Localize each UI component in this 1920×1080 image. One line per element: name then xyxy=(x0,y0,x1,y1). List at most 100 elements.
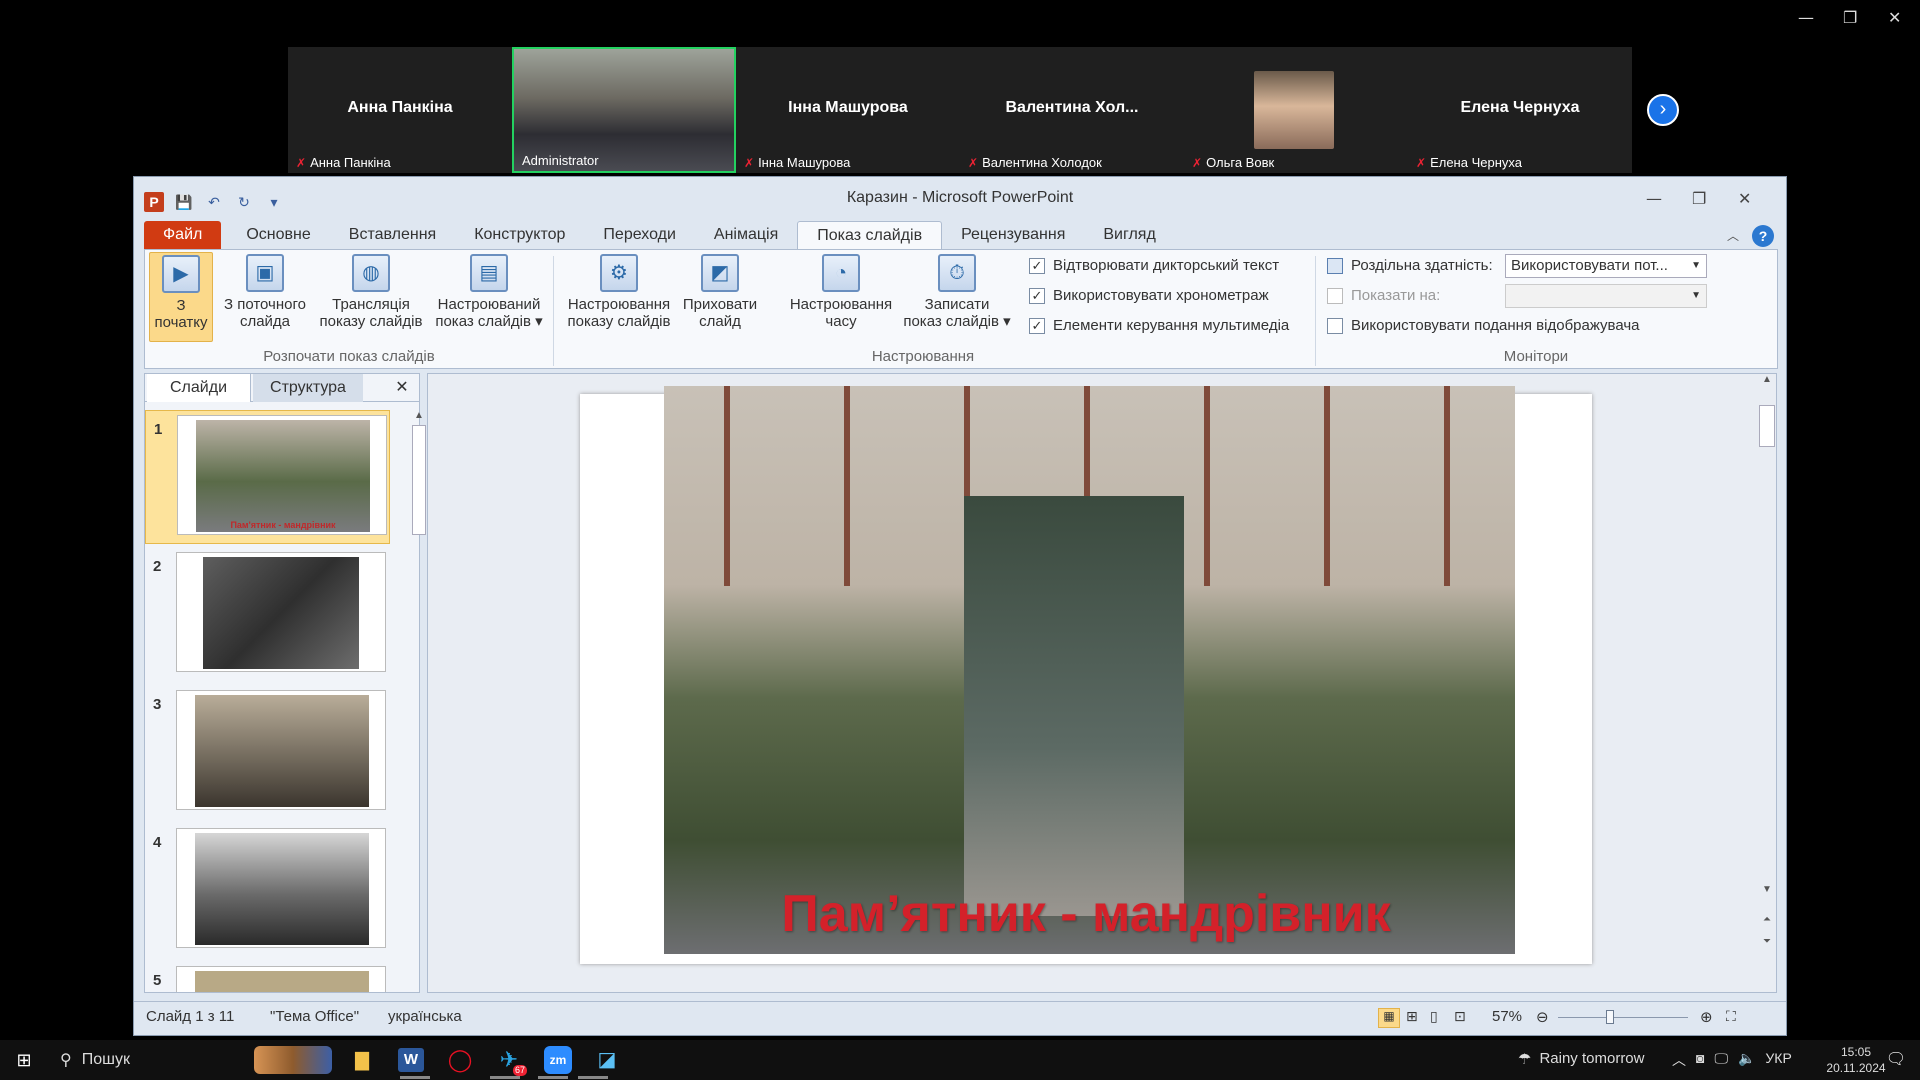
notifications-icon[interactable]: 🗨 xyxy=(1878,1044,1914,1076)
tab-transitions[interactable]: Переходи xyxy=(584,221,694,249)
slide-thumbnail[interactable]: 2 xyxy=(145,548,390,682)
show-on-label: Показати на: xyxy=(1327,287,1440,304)
monument-photo xyxy=(664,386,1515,954)
stopwatch-icon: ⏱ xyxy=(938,254,976,292)
theme-name: "Тема Office" xyxy=(270,1008,360,1025)
language-indicator[interactable]: УКР xyxy=(1765,1050,1791,1070)
help-icon[interactable]: ? xyxy=(1752,225,1774,247)
slide-thumbnail-image xyxy=(203,557,359,669)
from-beginning-button[interactable]: ▶ З початку xyxy=(149,252,213,342)
camera-icon[interactable]: ◙ xyxy=(1696,1050,1704,1070)
broadcast-slideshow-button[interactable]: ◍ Трансляція показу слайдів xyxy=(315,252,427,342)
show-on-dropdown[interactable]: ▼ xyxy=(1505,284,1707,308)
play-narrations-checkbox[interactable]: ✓ Відтворювати дикторський текст xyxy=(1029,257,1279,274)
next-slide-icon[interactable]: ⏷ xyxy=(1758,936,1776,947)
chevron-down-icon: ▼ xyxy=(1691,290,1701,301)
tab-review[interactable]: Рецензування xyxy=(942,221,1084,249)
file-explorer-icon[interactable]: ▇ xyxy=(344,1044,380,1076)
participant-tile[interactable]: Валентина Хол... ✗ Валентина Холодок xyxy=(960,47,1184,173)
scroll-thumb[interactable] xyxy=(1759,405,1775,447)
zoom-slider[interactable] xyxy=(1558,1010,1688,1024)
tab-slide-show[interactable]: Показ слайдів xyxy=(797,221,943,249)
collapse-ribbon-icon[interactable]: ︿ xyxy=(1727,227,1739,244)
current-slide[interactable]: Пам’ятник - мандрівник xyxy=(580,386,1592,964)
minimize-icon[interactable]: — xyxy=(1798,8,1814,27)
slideshow-view-icon[interactable]: ⊡ xyxy=(1454,1008,1466,1025)
fit-to-window-icon[interactable]: ⛶ xyxy=(1726,1008,1736,1025)
tab-file[interactable]: Файл xyxy=(144,221,222,249)
resolution-dropdown[interactable]: Використовувати пот... ▼ xyxy=(1505,254,1707,278)
checkbox-checked-icon: ✓ xyxy=(1029,287,1045,304)
close-icon[interactable]: ✕ xyxy=(1738,189,1751,208)
rehearse-clock-icon: ◔ xyxy=(822,254,860,292)
zoom-app-icon[interactable]: zm xyxy=(544,1046,572,1074)
reading-view-icon[interactable]: ▯ xyxy=(1430,1008,1438,1025)
media-controls-checkbox[interactable]: ✓ Елементи керування мультимедіа xyxy=(1029,317,1289,334)
rehearse-timings-button[interactable]: ◔ Настроювання часу xyxy=(785,252,897,342)
muted-mic-icon: ✗ xyxy=(1192,156,1203,170)
scroll-thumb[interactable] xyxy=(412,425,426,535)
slide-thumbnail[interactable]: 5 xyxy=(145,962,390,992)
weather-widget[interactable]: ☂ Rainy tomorrow xyxy=(1518,1050,1644,1068)
telegram-badge: 67 xyxy=(512,1065,527,1076)
tab-animations[interactable]: Анімація xyxy=(695,221,797,249)
close-pane-icon[interactable]: ✕ xyxy=(390,374,414,402)
maximize-icon[interactable]: ❐ xyxy=(1692,189,1706,208)
participant-tile[interactable]: ✗ Ольга Вовк xyxy=(1184,47,1408,173)
setup-slideshow-button[interactable]: ⚙ Настроювання показу слайдів xyxy=(563,252,675,342)
use-timings-checkbox[interactable]: ✓ Використовувати хронометраж xyxy=(1029,287,1269,304)
scroll-down-icon[interactable]: ▼ xyxy=(1758,884,1776,895)
network-icon[interactable]: 🖵 xyxy=(1714,1050,1728,1070)
language-indicator[interactable]: українська xyxy=(388,1008,462,1025)
zoom-in-icon[interactable]: ⊕ xyxy=(1700,1008,1713,1026)
zoom-slider-thumb[interactable] xyxy=(1606,1010,1614,1024)
telegram-icon[interactable]: ✈ 67 xyxy=(491,1044,527,1076)
slide-thumbnail[interactable]: 1 Пам'ятник - мандрівник xyxy=(145,410,390,544)
slide-title[interactable]: Пам’ятник - мандрівник xyxy=(580,884,1592,944)
presenter-view-checkbox[interactable]: Використовувати подання відображувача xyxy=(1327,317,1640,334)
scroll-up-icon[interactable]: ▲ xyxy=(411,410,427,421)
tab-view[interactable]: Вигляд xyxy=(1084,221,1174,249)
photos-app-icon[interactable]: ◪ xyxy=(589,1044,625,1076)
minimize-icon[interactable]: — xyxy=(1646,189,1662,208)
participant-name: Валентина Хол... xyxy=(1005,99,1139,116)
statue xyxy=(964,496,1184,916)
participant-tile[interactable]: Елена Чернуха ✗ Елена Чернуха xyxy=(1408,47,1632,173)
word-icon[interactable]: W xyxy=(398,1048,424,1072)
participant-label: ✗ Елена Чернуха xyxy=(1416,155,1522,170)
thumbnails-scrollbar[interactable]: ▲ xyxy=(411,410,427,990)
custom-show-icon: ▤ xyxy=(470,254,508,292)
slide-scrollbar[interactable]: ▲ ▼ ⏶ ⏷ xyxy=(1758,374,1776,992)
from-current-slide-button[interactable]: ▣ З поточного слайда xyxy=(217,252,313,342)
slide-sorter-icon[interactable]: ⊞ xyxy=(1406,1008,1418,1025)
opera-icon[interactable]: ◯ xyxy=(442,1044,478,1076)
zoom-out-icon[interactable]: ⊖ xyxy=(1536,1008,1549,1026)
taskbar-search-box[interactable]: ⚲ Пошук xyxy=(50,1040,340,1080)
windows-start-icon[interactable]: ⊞ xyxy=(6,1044,42,1076)
slide-thumbnail[interactable]: 3 xyxy=(145,686,390,820)
slide-thumbnail[interactable]: 4 xyxy=(145,824,390,958)
tab-home[interactable]: Основне xyxy=(227,221,329,249)
group-label-start: Розпочати показ слайдів xyxy=(263,348,435,365)
normal-view-icon[interactable]: ▦ xyxy=(1378,1008,1400,1028)
participant-tile[interactable]: Анна Панкіна ✗ Анна Панкіна xyxy=(288,47,512,173)
tab-slides[interactable]: Слайди xyxy=(147,374,251,402)
chevron-up-icon[interactable]: ︿ xyxy=(1672,1050,1686,1070)
tab-insert[interactable]: Вставлення xyxy=(330,221,455,249)
tab-design[interactable]: Конструктор xyxy=(455,221,584,249)
volume-icon[interactable]: 🔈 xyxy=(1738,1050,1755,1070)
record-slideshow-button[interactable]: ⏱ Записати показ слайдів ▾ xyxy=(901,252,1013,342)
restore-icon[interactable]: ❐ xyxy=(1843,8,1857,27)
zoom-participant-strip: Анна Панкіна ✗ Анна Панкіна Administrator… xyxy=(288,47,1632,173)
next-page-arrow-icon[interactable]: › xyxy=(1647,94,1679,126)
close-icon[interactable]: ✕ xyxy=(1888,8,1901,27)
hide-slide-button[interactable]: ◩ Приховати слайд xyxy=(677,252,763,342)
tab-outline[interactable]: Структура xyxy=(253,374,363,402)
scroll-up-icon[interactable]: ▲ xyxy=(1758,374,1776,385)
slide-thumbnail-image xyxy=(195,833,369,945)
zoom-level[interactable]: 57% xyxy=(1492,1008,1522,1025)
participant-tile-active[interactable]: Administrator xyxy=(512,47,736,173)
previous-slide-icon[interactable]: ⏶ xyxy=(1758,914,1776,925)
participant-tile[interactable]: Інна Машурова ✗ Інна Машурова xyxy=(736,47,960,173)
custom-slideshow-button[interactable]: ▤ Настроюваний показ слайдів ▾ xyxy=(431,252,547,342)
